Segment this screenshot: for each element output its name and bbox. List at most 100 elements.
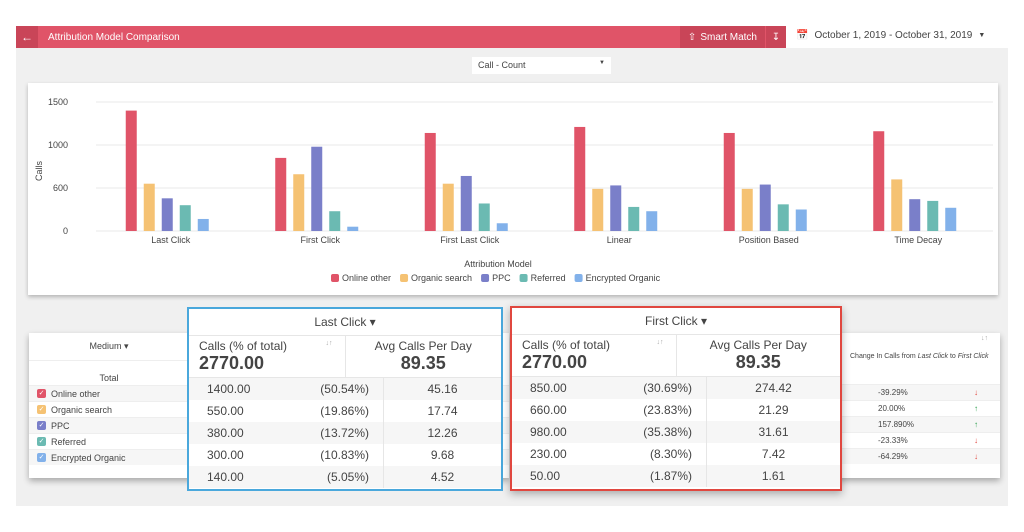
header-bar: ← Attribution Model Comparison ⇧ Smart Ma… (16, 26, 786, 48)
bar[interactable] (311, 146, 323, 231)
legend-label[interactable]: Referred (531, 273, 566, 283)
x-tick-label: Last Click (151, 235, 191, 245)
y-tick-label: 600 (53, 183, 68, 193)
calls-header: ↓↑ Calls (% of total) 2770.00 (199, 339, 333, 373)
model-dropdown[interactable]: First Click ▾ (512, 308, 840, 335)
calls-header: ↓↑ Calls (% of total) 2770.00 (522, 338, 664, 372)
calendar-icon: 📅 (796, 30, 809, 41)
bar[interactable] (909, 199, 921, 231)
table-row: 660.00 (23.83%) 21.29 (512, 399, 840, 421)
y-tick-label: 1000 (48, 140, 68, 150)
table-row: 980.00 (35.38%) 31.61 (512, 421, 840, 443)
metric-select[interactable]: Call - Count ▼ (472, 57, 611, 74)
x-tick-label: Position Based (739, 235, 799, 245)
bar[interactable] (777, 204, 789, 231)
avg-header: Avg Calls Per Day 89.35 (675, 335, 841, 376)
y-tick-label: 1500 (48, 97, 68, 107)
sort-icon[interactable]: ↓↑ (981, 335, 988, 342)
bar[interactable] (442, 183, 454, 231)
x-tick-label: Linear (607, 235, 632, 245)
bar[interactable] (293, 174, 305, 231)
chevron-down-icon: ▼ (599, 60, 605, 66)
table-row: 550.00 (19.86%) 17.74 (189, 400, 501, 422)
bar[interactable] (759, 184, 771, 231)
bar[interactable] (927, 200, 939, 231)
bar[interactable] (275, 157, 287, 231)
legend-swatch[interactable] (481, 274, 490, 282)
x-tick-label: First Click (301, 235, 341, 245)
legend-label[interactable]: Online other (342, 273, 391, 283)
x-axis-label: Attribution Model (464, 259, 532, 269)
chart-svg: 0 600 1000 1500 Calls Last Click First Click Fi… (34, 97, 993, 283)
bar[interactable] (741, 188, 753, 231)
checkbox-icon[interactable]: ✓ (37, 453, 46, 462)
arrow-up-icon: ↑ (974, 420, 978, 429)
first-click-table: First Click ▾ ↓↑ Calls (% of total) 2770.0… (510, 306, 842, 491)
bar[interactable] (347, 226, 359, 231)
table-row: 850.00 (30.69%) 274.42 (512, 377, 840, 399)
checkbox-icon[interactable]: ✓ (37, 389, 46, 398)
bar[interactable] (478, 203, 490, 231)
y-tick-label: 0 (63, 226, 68, 236)
legend-label[interactable]: Organic search (411, 273, 472, 283)
last-click-table: Last Click ▾ ↓↑ Calls (% of total) 2770.00… (187, 307, 503, 491)
bar[interactable] (161, 198, 173, 231)
bar[interactable] (329, 211, 341, 231)
page-title: Attribution Model Comparison (48, 31, 180, 43)
date-range-picker[interactable]: 📅 October 1, 2019 - October 31, 2019 ▼ (796, 30, 985, 41)
bar[interactable] (574, 126, 586, 231)
sort-icon[interactable]: ↓↑ (657, 339, 664, 346)
smart-match-button[interactable]: ⇧ Smart Match (679, 26, 765, 48)
bar[interactable] (628, 206, 640, 231)
bar[interactable] (723, 132, 735, 231)
legend-label[interactable]: PPC (492, 273, 511, 283)
bar[interactable] (592, 188, 604, 231)
back-arrow-icon[interactable]: ← (16, 26, 38, 48)
legend-swatch[interactable] (400, 274, 409, 282)
checkbox-icon[interactable]: ✓ (37, 421, 46, 430)
table-row: -64.29% ↓ (830, 448, 1000, 464)
model-dropdown[interactable]: Last Click ▾ (189, 309, 501, 336)
bar[interactable] (125, 110, 137, 231)
bar[interactable] (873, 131, 885, 231)
table-row: 50.00 (1.87%) 1.61 (512, 465, 840, 487)
sort-icon[interactable]: ↓↑ (326, 340, 333, 347)
chevron-down-icon: ▼ (978, 32, 986, 39)
table-row: 380.00 (13.72%) 12.26 (189, 422, 501, 444)
table-row: 1400.00 (50.54%) 45.16 (189, 378, 501, 400)
change-table: ↓↑ Change In Calls from Last Click to Fir… (830, 333, 1000, 478)
bar[interactable] (795, 209, 807, 232)
arrow-down-icon: ↓ (974, 388, 978, 397)
legend-swatch[interactable] (519, 274, 528, 282)
avg-header: Avg Calls Per Day 89.35 (344, 336, 502, 377)
bar[interactable] (945, 207, 957, 231)
table-row: 300.00 (10.83%) 9.68 (189, 444, 501, 466)
bar[interactable] (197, 218, 209, 231)
bar[interactable] (179, 205, 191, 231)
bar[interactable] (424, 132, 436, 231)
medium-dropdown[interactable]: Medium ▾ (29, 333, 189, 360)
arrow-down-icon: ↓ (974, 452, 978, 461)
download-icon[interactable]: ↧ (766, 26, 786, 48)
bar[interactable] (891, 179, 903, 231)
table-row: 230.00 (8.30%) 7.42 (512, 443, 840, 465)
bar[interactable] (646, 211, 658, 231)
arrow-down-icon: ↓ (974, 436, 978, 445)
bar[interactable] (610, 185, 622, 231)
legend-swatch[interactable] (331, 274, 339, 282)
total-label: Total (29, 360, 189, 385)
change-header: ↓↑ Change In Calls from Last Click to Fir… (850, 335, 989, 360)
checkbox-icon[interactable]: ✓ (37, 437, 46, 446)
table-row: -23.33% ↓ (830, 432, 1000, 448)
checkbox-icon[interactable]: ✓ (37, 405, 46, 414)
arrow-up-icon: ↑ (974, 404, 978, 413)
bar[interactable] (496, 223, 508, 231)
bar[interactable] (143, 183, 155, 231)
legend-swatch[interactable] (574, 274, 583, 282)
upload-icon: ⇧ (687, 31, 697, 43)
legend-label[interactable]: Encrypted Organic (586, 273, 661, 283)
table-row: 140.00 (5.05%) 4.52 (189, 466, 501, 488)
x-tick-label: First Last Click (440, 235, 500, 245)
table-row: 157.890% ↑ (830, 416, 1000, 432)
bar[interactable] (460, 175, 472, 231)
